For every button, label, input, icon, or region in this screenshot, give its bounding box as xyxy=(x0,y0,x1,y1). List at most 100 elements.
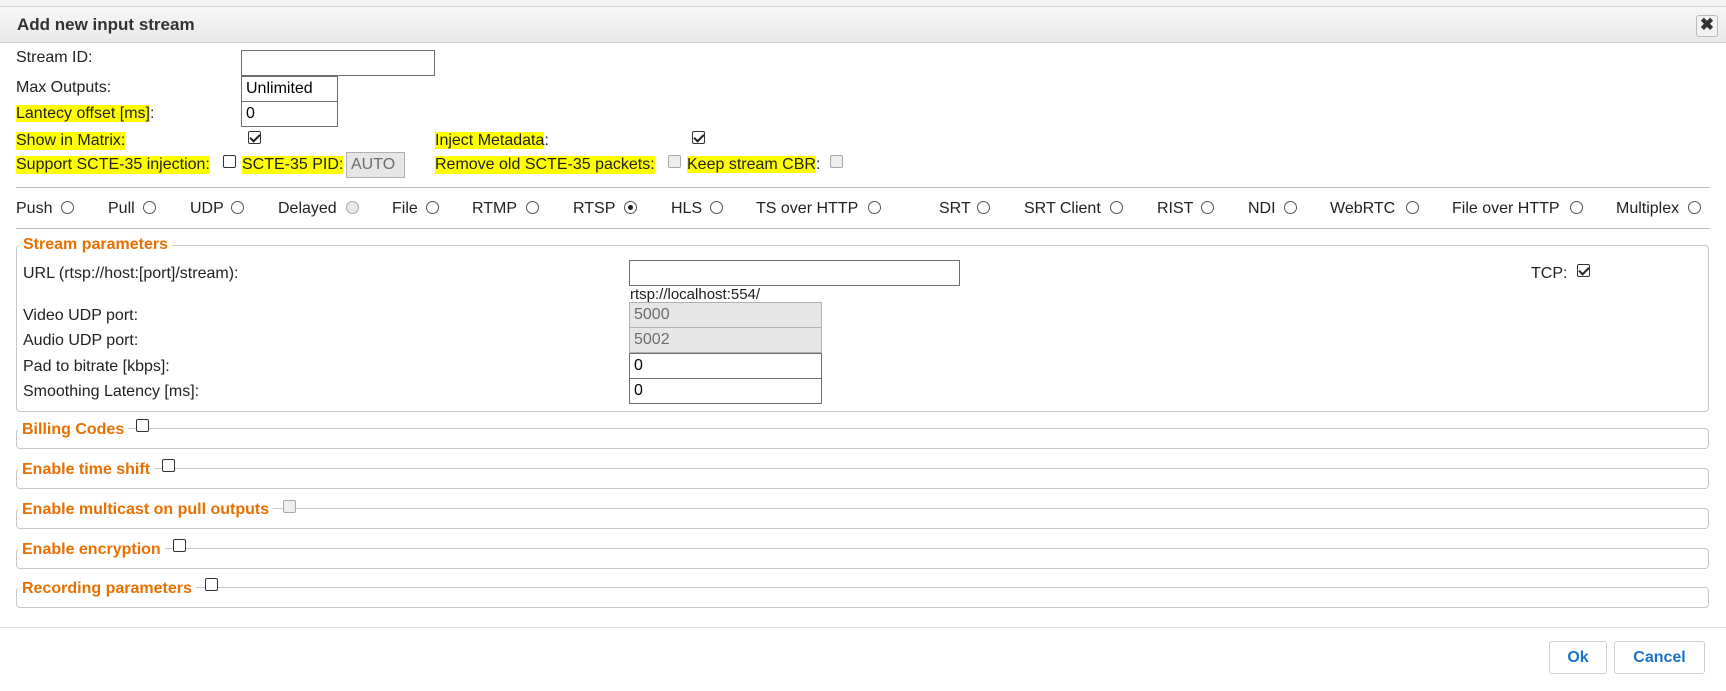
keep-stream-cbr-label: Keep stream CBR: xyxy=(687,156,821,173)
radio-srt-client-button[interactable] xyxy=(1110,201,1123,214)
billing-codes-legend: Billing Codes xyxy=(18,421,129,439)
max-outputs-label: Max Outputs: xyxy=(16,79,112,96)
radio-webrtc-button[interactable] xyxy=(1406,201,1419,214)
radio-delayed[interactable]: Delayed xyxy=(278,200,337,218)
stream-id-label: Stream ID: xyxy=(16,49,93,66)
radio-file-button[interactable] xyxy=(426,201,439,214)
ok-button[interactable]: Ok xyxy=(1549,641,1607,674)
video-udp-port-label: Video UDP port: xyxy=(23,307,139,324)
radio-ts-over-http-button[interactable] xyxy=(868,201,881,214)
radio-delayed-label: Delayed xyxy=(278,200,337,217)
close-icon[interactable]: ✖ xyxy=(1696,15,1718,37)
radio-delayed-button[interactable] xyxy=(346,201,359,214)
radio-file-label: File xyxy=(392,200,418,217)
video-udp-port-input[interactable] xyxy=(629,302,822,328)
radio-pull-button[interactable] xyxy=(143,201,156,214)
url-input[interactable] xyxy=(629,260,960,286)
radio-hls-button[interactable] xyxy=(710,201,723,214)
multicast-checkbox[interactable] xyxy=(283,500,296,513)
scte35-injection-checkbox[interactable] xyxy=(223,155,236,168)
pad-to-bitrate-label: Pad to bitrate [kbps]: xyxy=(23,358,170,375)
radio-srt-button[interactable] xyxy=(977,201,990,214)
radio-push-label: Push xyxy=(16,200,53,217)
radio-udp-button[interactable] xyxy=(231,201,244,214)
radio-rtmp-label: RTMP xyxy=(472,200,518,217)
divider xyxy=(16,228,1710,229)
radio-pull[interactable]: Pull xyxy=(108,200,135,218)
window-top-strip xyxy=(0,0,1726,7)
encryption-fieldset xyxy=(16,548,1709,569)
scte35-pid-label: SCTE-35 PID: xyxy=(242,156,344,174)
radio-file-over-http-label: File over HTTP xyxy=(1452,200,1560,217)
radio-pull-label: Pull xyxy=(108,200,135,217)
radio-hls[interactable]: HLS xyxy=(671,200,702,218)
radio-rtmp[interactable]: RTMP xyxy=(472,200,517,218)
encryption-checkbox[interactable] xyxy=(173,539,186,552)
radio-srt[interactable]: SRT xyxy=(939,200,971,218)
time-shift-legend: Enable time shift xyxy=(18,461,155,479)
scte35-pid-input[interactable] xyxy=(346,152,405,178)
radio-ts-over-http[interactable]: TS over HTTP xyxy=(756,200,858,218)
radio-ndi[interactable]: NDI xyxy=(1248,200,1276,218)
encryption-legend: Enable encryption xyxy=(18,541,165,559)
radio-srt-label: SRT xyxy=(939,200,971,217)
radio-ndi-button[interactable] xyxy=(1284,201,1297,214)
billing-codes-fieldset xyxy=(16,428,1709,449)
radio-rtsp[interactable]: RTSP xyxy=(573,200,615,218)
radio-webrtc-label: WebRTC xyxy=(1330,200,1396,217)
radio-push[interactable]: Push xyxy=(16,200,52,218)
radio-multiplex-label: Multiplex xyxy=(1616,200,1680,217)
latency-offset-input[interactable] xyxy=(241,101,338,127)
radio-rist-button[interactable] xyxy=(1201,201,1214,214)
radio-file[interactable]: File xyxy=(392,200,418,218)
radio-rtmp-button[interactable] xyxy=(526,201,539,214)
radio-srt-client[interactable]: SRT Client xyxy=(1024,200,1101,218)
show-in-matrix-checkbox[interactable] xyxy=(248,131,261,144)
radio-udp-label: UDP xyxy=(190,200,224,217)
stream-id-input[interactable] xyxy=(241,50,435,76)
stream-parameters-legend: Stream parameters xyxy=(19,236,172,254)
url-label: URL (rtsp://host:[port]/stream): xyxy=(23,265,239,282)
recording-parameters-legend: Recording parameters xyxy=(18,580,196,598)
remove-old-scte35-label: Remove old SCTE-35 packets: xyxy=(435,156,655,174)
dialog-titlebar: Add new input stream ✖ xyxy=(0,7,1726,43)
billing-codes-checkbox[interactable] xyxy=(136,419,149,432)
radio-file-over-http-button[interactable] xyxy=(1570,201,1583,214)
footer-divider xyxy=(0,627,1726,628)
scte35-injection-label: Support SCTE-35 injection: xyxy=(16,156,210,174)
smoothing-latency-label: Smoothing Latency [ms]: xyxy=(23,383,200,400)
divider xyxy=(16,187,1710,188)
radio-multiplex[interactable]: Multiplex xyxy=(1616,200,1679,218)
url-hint: rtsp://localhost:554/ xyxy=(630,286,761,303)
cancel-button[interactable]: Cancel xyxy=(1614,641,1705,674)
radio-rist-label: RIST xyxy=(1157,200,1194,217)
inject-metadata-label: Inject Metadata: xyxy=(435,132,549,149)
radio-rist[interactable]: RIST xyxy=(1157,200,1193,218)
show-in-matrix-label: Show in Matrix: xyxy=(16,132,126,150)
radio-srt-client-label: SRT Client xyxy=(1024,200,1101,217)
tcp-checkbox[interactable] xyxy=(1577,264,1590,277)
audio-udp-port-label: Audio UDP port: xyxy=(23,332,139,349)
radio-rtsp-label: RTSP xyxy=(573,200,616,217)
tcp-label: TCP: xyxy=(1531,265,1568,282)
radio-webrtc[interactable]: WebRTC xyxy=(1330,200,1395,218)
smoothing-latency-input[interactable] xyxy=(629,378,822,404)
audio-udp-port-input[interactable] xyxy=(629,327,822,353)
radio-udp[interactable]: UDP xyxy=(190,200,224,218)
time-shift-fieldset xyxy=(16,468,1709,489)
radio-file-over-http[interactable]: File over HTTP xyxy=(1452,200,1560,218)
max-outputs-input[interactable] xyxy=(241,76,338,102)
radio-multiplex-button[interactable] xyxy=(1688,201,1701,214)
recording-parameters-fieldset xyxy=(16,587,1709,608)
remove-old-scte35-checkbox[interactable] xyxy=(668,155,681,168)
keep-stream-cbr-checkbox[interactable] xyxy=(830,155,843,168)
time-shift-checkbox[interactable] xyxy=(162,459,175,472)
latency-offset-label: Lantecy offset [ms]: xyxy=(16,105,155,122)
inject-metadata-checkbox[interactable] xyxy=(692,131,705,144)
radio-hls-label: HLS xyxy=(671,200,703,217)
recording-parameters-checkbox[interactable] xyxy=(205,578,218,591)
radio-rtsp-button[interactable] xyxy=(624,201,637,214)
dialog-title: Add new input stream xyxy=(17,15,195,34)
pad-to-bitrate-input[interactable] xyxy=(629,353,822,379)
radio-push-button[interactable] xyxy=(61,201,74,214)
